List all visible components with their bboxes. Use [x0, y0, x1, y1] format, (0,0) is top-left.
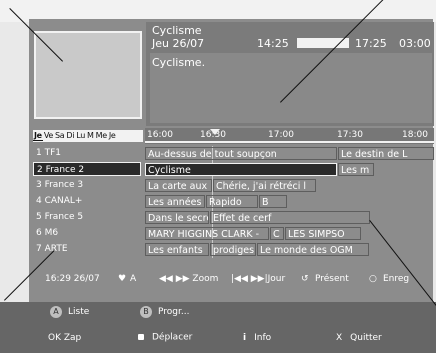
undo-icon: ↺ [301, 274, 309, 284]
program-cell[interactable]: Le monde des OGM [257, 243, 369, 256]
channel-list[interactable]: 1 TF1 2 France 2 3 France 3 4 CANAL+ 5 F… [33, 146, 143, 258]
program-duration: 03:00 [399, 37, 431, 50]
program-cell[interactable]: prodiges [210, 243, 256, 256]
program-cell[interactable]: Les enfants [145, 243, 209, 256]
timeline-line [145, 141, 434, 143]
heart-icon: ♥ [118, 274, 127, 284]
deplacer-label: Déplacer [152, 332, 193, 343]
program-cell[interactable]: MARY HIGGINS CLARK - [145, 227, 269, 240]
liste-button[interactable]: A Liste [50, 306, 89, 318]
program-end-time: 17:25 [355, 37, 387, 50]
program-description: Cyclisme. [152, 56, 206, 69]
key-a-label: A [130, 274, 137, 284]
program-cell[interactable]: Rapido [206, 195, 258, 208]
day-item[interactable]: Sa [54, 131, 65, 140]
channel-item[interactable]: 5 France 5 [33, 210, 141, 224]
channel-item-selected[interactable]: 2 France 2 [33, 162, 141, 176]
info-label: Info [254, 333, 272, 343]
program-start-time: 14:25 [257, 37, 289, 50]
program-cell[interactable]: B [259, 195, 287, 208]
time-tick: 17:30 [337, 130, 363, 140]
time-tick: 18:00 [402, 130, 428, 140]
time-tick: 17:00 [268, 130, 294, 140]
program-cell[interactable]: Les années [145, 195, 205, 208]
present-button[interactable]: Présent [315, 268, 349, 290]
info-button[interactable]: i Info [243, 333, 271, 343]
channel-item[interactable]: 6 M6 [33, 226, 141, 240]
program-cell[interactable]: Les m [338, 163, 374, 176]
channel-item[interactable]: 4 CANAL+ [33, 194, 141, 208]
program-cell[interactable]: LES SIMPSO [285, 227, 361, 240]
close-icon: X [336, 333, 343, 343]
day-item[interactable]: Ve [43, 131, 54, 140]
current-time-marker-icon [210, 129, 220, 135]
day-item[interactable]: M [86, 131, 95, 140]
program-cell[interactable]: Le destin de L [338, 147, 434, 160]
program-cell[interactable]: Au-dessus de tout soupçon [145, 147, 337, 160]
key-b-icon: B [140, 306, 152, 318]
program-cell-selected[interactable]: Cyclisme [145, 163, 337, 176]
liste-label: Liste [68, 307, 90, 317]
current-datetime: 16:29 26/07 [45, 274, 100, 284]
record-button[interactable]: Enreg [383, 268, 409, 290]
program-cell[interactable]: Effet de cerf [210, 211, 370, 224]
progr-label: Progr... [158, 307, 190, 317]
day-item[interactable]: Me [95, 131, 108, 140]
record-icon: ○ [369, 274, 377, 284]
day-item[interactable]: Lu [75, 131, 86, 140]
program-date: Jeu 26/07 [152, 37, 205, 50]
channel-item[interactable]: 3 France 3 [33, 178, 141, 192]
program-grid: Au-dessus de tout soupçon Le destin de L… [145, 146, 434, 258]
program-title: Cyclisme [152, 24, 202, 37]
program-cell[interactable]: C [270, 227, 284, 240]
program-cell[interactable]: Chérie, j'ai rétréci l [213, 179, 316, 192]
progr-button[interactable]: B Progr... [140, 306, 189, 318]
status-bar: 16:29 26/07 ♥ A ◀◀ ▶▶ Zoom |◀◀ ▶▶|Jour ↺… [33, 268, 433, 290]
deplacer-button[interactable]: Déplacer [134, 330, 192, 344]
channel-item[interactable]: 1 TF1 [33, 146, 141, 160]
time-tick: 16:00 [147, 130, 173, 140]
program-cell[interactable]: La carte aux [145, 179, 212, 192]
program-cell[interactable]: Dans le secret d [145, 211, 209, 224]
day-item[interactable]: Je [33, 131, 43, 141]
video-preview [34, 31, 142, 119]
day-selector[interactable]: Je Ve Sa Di Lu M Me Je [33, 130, 143, 142]
day-item[interactable]: Je [108, 131, 117, 140]
info-icon: i [243, 333, 247, 343]
dpad-icon [134, 330, 148, 344]
quitter-label: Quitter [350, 333, 382, 343]
key-a-icon: A [50, 306, 62, 318]
day-item[interactable]: Di [65, 131, 75, 140]
zap-button[interactable]: OK Zap [48, 333, 81, 343]
quitter-button[interactable]: X Quitter [336, 333, 382, 343]
zoom-control[interactable]: ◀◀ ▶▶ Zoom [159, 268, 218, 290]
day-nav-control[interactable]: |◀◀ ▶▶|Jour [231, 268, 285, 290]
